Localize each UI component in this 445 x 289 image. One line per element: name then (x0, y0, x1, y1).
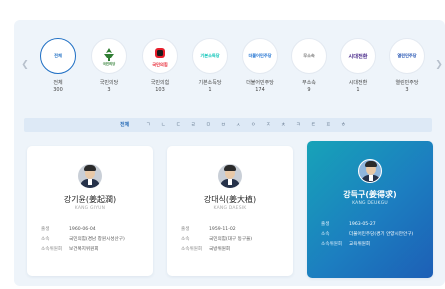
party-count: 174 (255, 87, 265, 93)
member-photo (78, 164, 102, 188)
member-info-row: 소속위원회 교육위원회 (321, 242, 371, 247)
party-count: 1 (208, 87, 212, 93)
party-name: 전체 (53, 80, 63, 86)
member-info-row: 소속위원회 보건복지위원회 (41, 247, 99, 252)
party-logo: 기본소득당 (192, 38, 228, 74)
party-filter-peoples-party[interactable]: 국민의당 국민의당 3 (86, 38, 132, 93)
chevron-left-icon[interactable]: ❮ (20, 60, 30, 70)
party-count: 9 (307, 87, 311, 93)
filter-item[interactable]: ㅅ (236, 121, 241, 128)
party-filter-basic-income[interactable]: 기본소득당 기본소득당 1 (187, 38, 233, 93)
party-filter-transition-korea[interactable]: 시대전환 시대전환 1 (335, 38, 381, 93)
member-info-row: 소속 국민의힘(대구 동구을) (181, 237, 253, 242)
chevron-right-icon[interactable]: ❯ (434, 60, 444, 70)
party-logo: 전체 (40, 38, 76, 74)
filter-item[interactable]: ㅌ (311, 121, 316, 128)
party-logo: 시대전환 (340, 38, 376, 74)
party-logo: 더불어민주당 (242, 38, 278, 74)
party-count: 3 (107, 87, 111, 93)
svg-text:국민의당: 국민의당 (103, 61, 116, 66)
peoples-party-logo-icon: 국민의당 (103, 48, 116, 66)
member-name: 강기윤(姜起潤) (63, 195, 117, 204)
party-count: 1 (356, 87, 360, 93)
member-name: 강득구(姜得求) (343, 190, 397, 199)
filter-item[interactable]: ㄹ (191, 121, 196, 128)
member-info-row: 소속위원회 국방위원회 (181, 247, 231, 252)
filter-item-all[interactable]: 전체 (120, 121, 129, 128)
party-name: 무소속 (302, 80, 316, 86)
member-info-row: 소속 국민의힘(경남 창원시성산구) (41, 237, 125, 242)
member-roman-name: KANG GIYUN (74, 206, 106, 211)
filter-item[interactable]: ㅁ (206, 121, 211, 128)
member-name: 강대식(姜大植) (203, 195, 257, 204)
member-info-row: 출생 1963-05-27 (321, 222, 376, 227)
party-filter-all[interactable]: 전체 전체 300 (35, 38, 81, 93)
filter-item[interactable]: ㅎ (341, 121, 346, 128)
party-name: 국민의당 (99, 80, 119, 86)
party-count: 300 (53, 87, 63, 93)
member-roman-name: KANG DEUKGU (352, 201, 388, 206)
member-photo (218, 164, 242, 188)
member-info-row: 출생 1960-06-04 (41, 227, 96, 232)
filter-item[interactable]: ㅇ (251, 121, 256, 128)
page: ❮ ❯ 전체 전체 300 국민의당 국민의당 3 국민의힘 국민의힘 103 (0, 0, 445, 289)
filter-item[interactable]: ㅍ (326, 121, 331, 128)
filter-item[interactable]: ㄴ (161, 121, 166, 128)
initial-consonant-filter: 전체 ㄱ ㄴ ㄷ ㄹ ㅁ ㅂ ㅅ ㅇ ㅈ ㅊ ㅋ ㅌ ㅍ ㅎ (24, 118, 432, 132)
party-name: 시대전환 (348, 80, 368, 86)
party-name: 열린민주당 (395, 80, 419, 86)
party-logo: 열린민주당 (389, 38, 425, 74)
member-card[interactable]: 강대식(姜大植) KANG DAESIK 출생 1959-11-02 소속 국민의힘… (167, 146, 293, 276)
member-card-selected[interactable]: 강득구(姜得求) KANG DEUKGU 출생 1963-05-27 소속 더불어민… (307, 141, 433, 278)
member-roman-name: KANG DAESIK (213, 206, 247, 211)
party-count: 103 (155, 87, 165, 93)
filter-item[interactable]: ㅂ (221, 121, 226, 128)
filter-item[interactable]: ㅈ (266, 121, 271, 128)
party-count: 3 (405, 87, 409, 93)
party-logo: 국민의당 (91, 38, 127, 74)
filter-item[interactable]: ㄱ (146, 121, 151, 128)
party-filter-democratic[interactable]: 더불어민주당 더불어민주당 174 (237, 38, 283, 93)
member-card[interactable]: 강기윤(姜起潤) KANG GIYUN 출생 1960-06-04 소속 국민의힘(… (27, 146, 153, 276)
party-logo: 국민의힘 (142, 38, 178, 74)
filter-item[interactable]: ㅊ (281, 121, 286, 128)
party-name: 국민의힘 (150, 80, 170, 86)
member-photo (358, 159, 382, 183)
party-name: 기본소득당 (198, 80, 222, 86)
party-filter-ppp[interactable]: 국민의힘 국민의힘 103 (137, 38, 183, 93)
party-filter-open-democratic[interactable]: 열린민주당 열린민주당 3 (384, 38, 430, 93)
party-logo: 무소속 (291, 38, 327, 74)
member-info-row: 소속 더불어민주당(경기 안양시만안구) (321, 232, 414, 237)
filter-item[interactable]: ㄷ (176, 121, 181, 128)
filter-item[interactable]: ㅋ (296, 121, 301, 128)
party-filter-independent[interactable]: 무소속 무소속 9 (286, 38, 332, 93)
member-info-row: 출생 1959-11-02 (181, 227, 236, 232)
party-name: 더불어민주당 (246, 80, 274, 86)
